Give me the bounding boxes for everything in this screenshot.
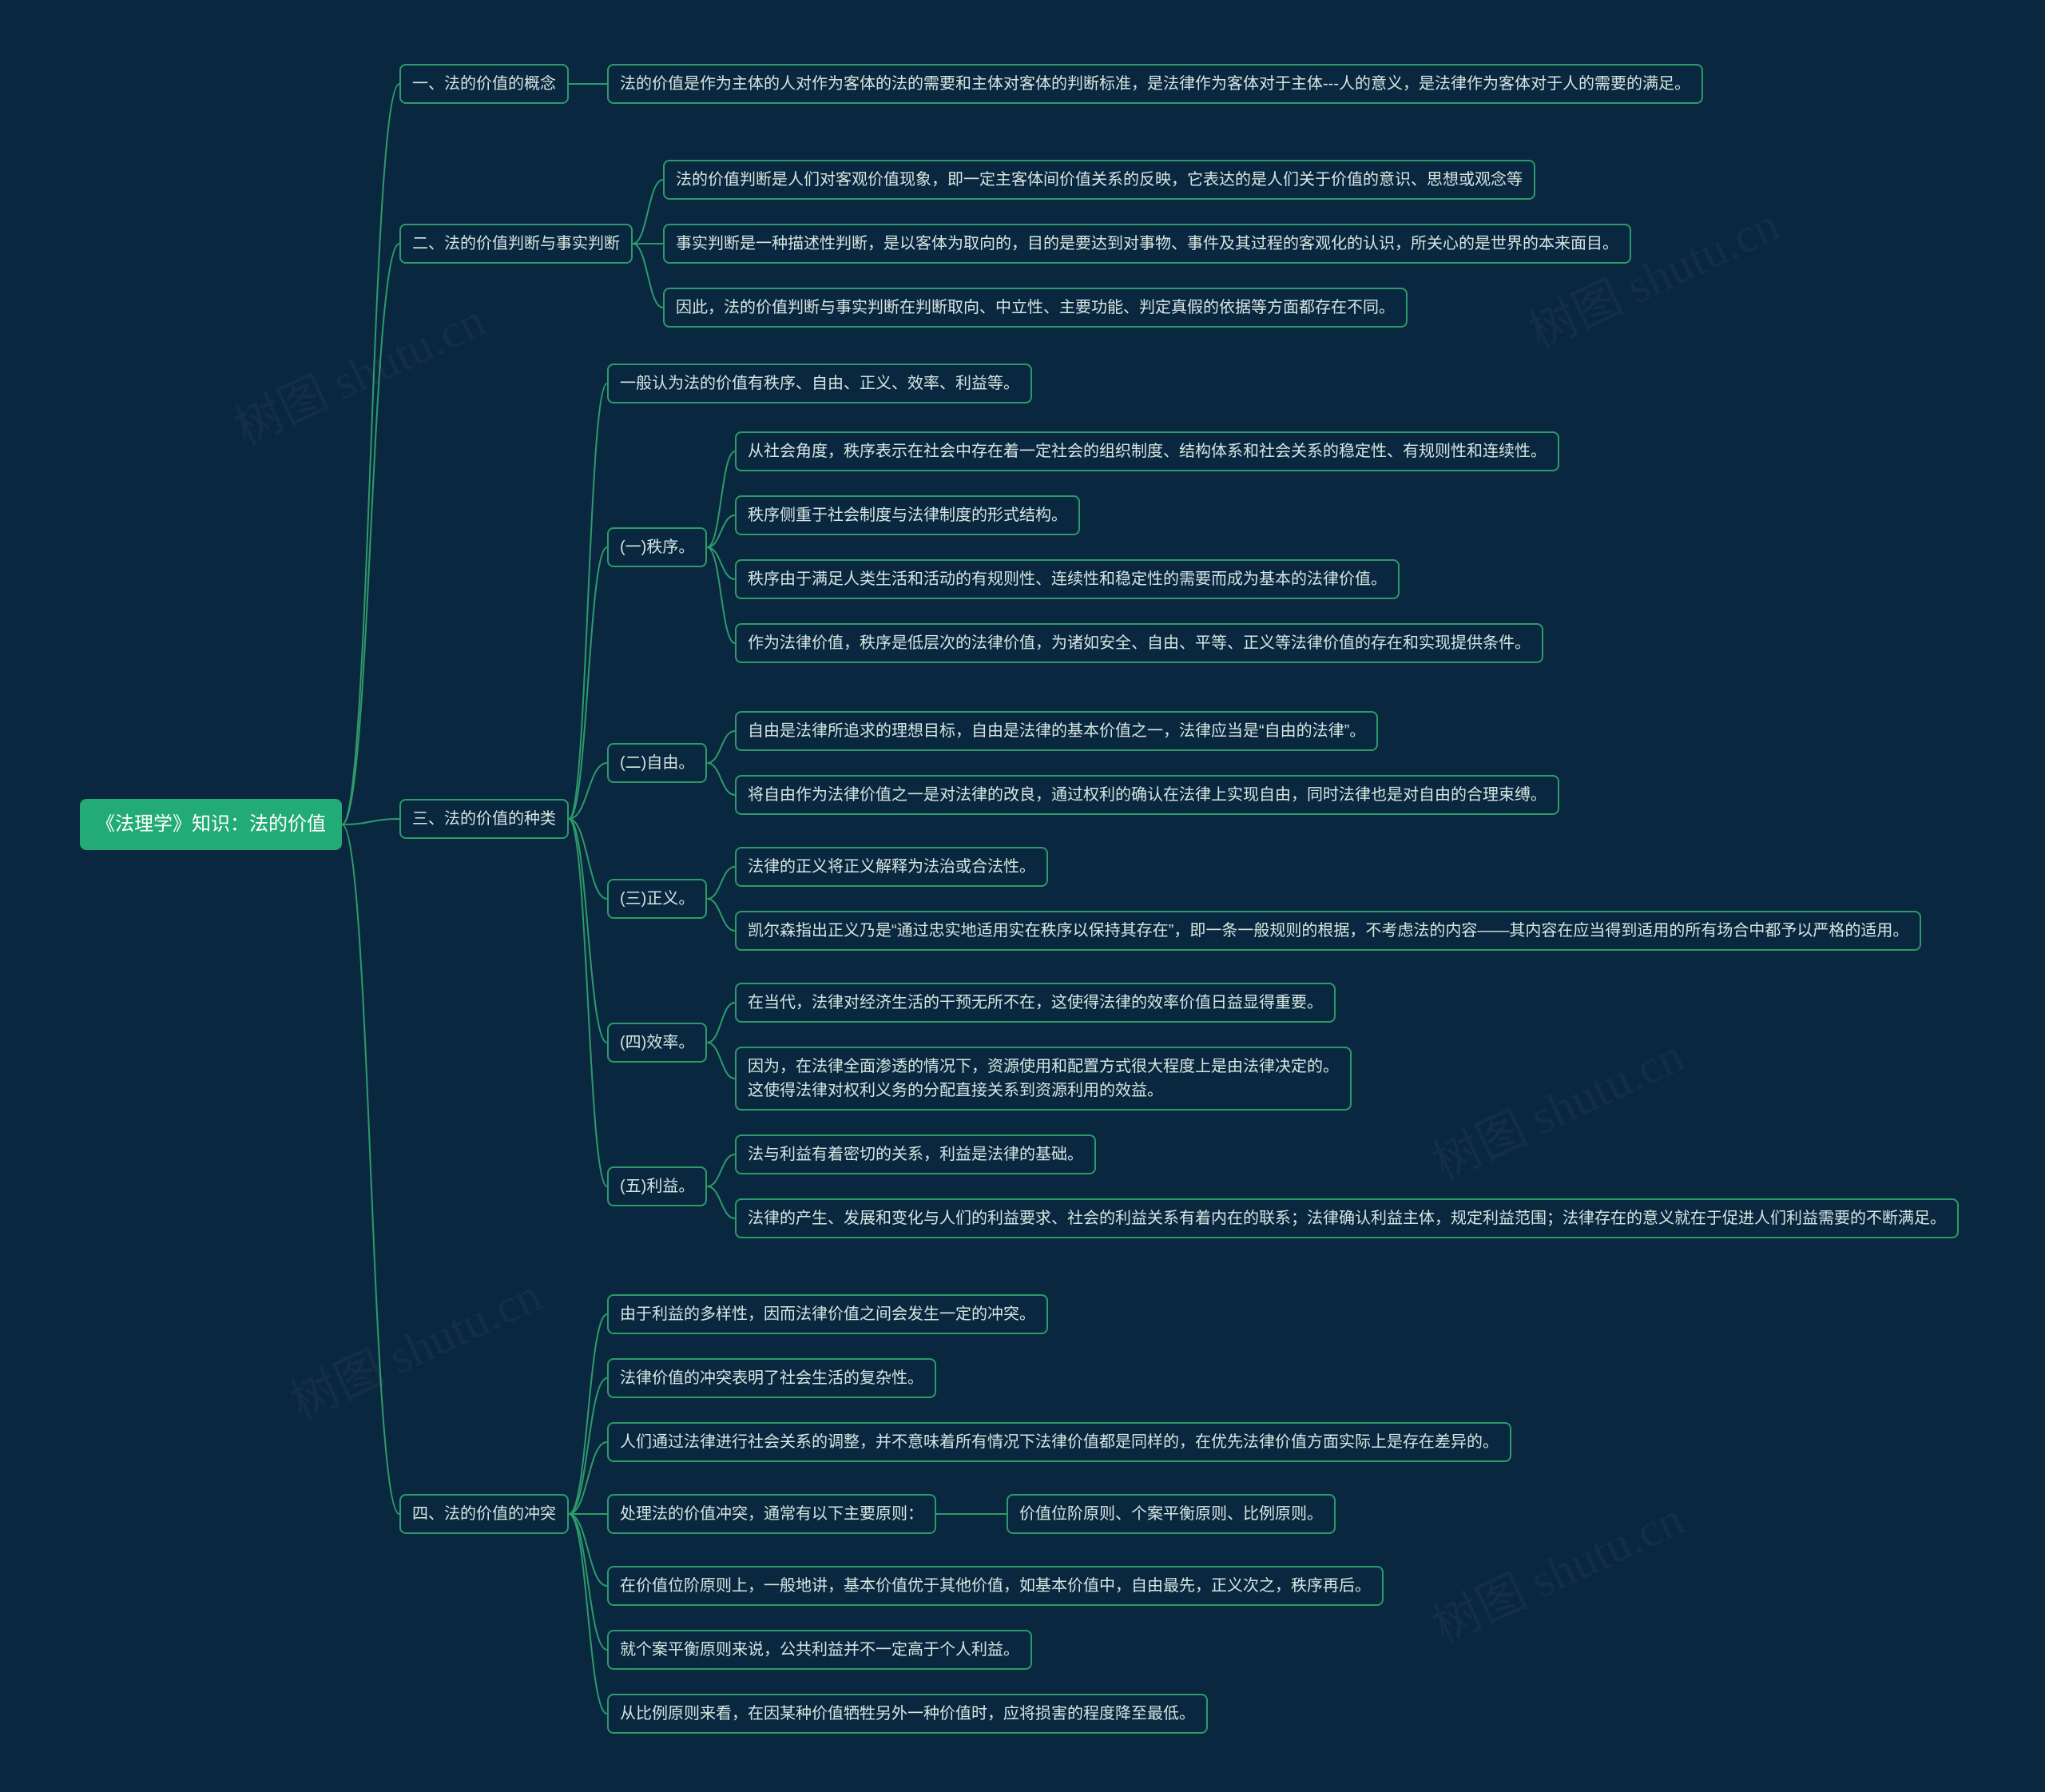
- section-3-intro[interactable]: 一般认为法的价值有秩序、自由、正义、效率、利益等。: [607, 364, 1032, 403]
- s3-3-leaf-2[interactable]: 凯尔森指出正义乃是“通过忠实地适用实在秩序以保持其存在”，即一条一般规则的根据，…: [735, 911, 1921, 951]
- watermark: 树图 shutu.cn: [1420, 1480, 1693, 1657]
- section-2-detail-3[interactable]: 因此，法的价值判断与事实判断在判断取向、中立性、主要功能、判定真假的依据等方面都…: [663, 288, 1408, 328]
- s3-1-leaf-1[interactable]: 从社会角度，秩序表示在社会中存在着一定社会的组织制度、结构体系和社会关系的稳定性…: [735, 431, 1559, 471]
- s4-leaf-7[interactable]: 从比例原则来看，在因某种价值牺牲另外一种价值时，应将损害的程度降至最低。: [607, 1694, 1208, 1734]
- s4-leaf-3[interactable]: 人们通过法律进行社会关系的调整，并不意味着所有情况下法律价值都是同样的，在优先法…: [607, 1422, 1511, 1462]
- section-3-sub-3[interactable]: (三)正义。: [607, 879, 707, 919]
- s4-leaf-6[interactable]: 就个案平衡原则来说，公共利益并不一定高于个人利益。: [607, 1630, 1032, 1670]
- s3-4-leaf-2[interactable]: 因为，在法律全面渗透的情况下，资源使用和配置方式很大程度上是由法律决定的。 这使…: [735, 1047, 1352, 1111]
- s3-5-leaf-2[interactable]: 法律的产生、发展和变化与人们的利益要求、社会的利益关系有着内在的联系；法律确认利…: [735, 1198, 1959, 1238]
- section-3-sub-1[interactable]: (一)秩序。: [607, 527, 707, 567]
- watermark: 树图 shutu.cn: [1420, 1017, 1693, 1194]
- section-2[interactable]: 二、法的价值判断与事实判断: [399, 224, 633, 264]
- s3-1-leaf-3[interactable]: 秩序由于满足人类生活和活动的有规则性、连续性和稳定性的需要而成为基本的法律价值。: [735, 559, 1400, 599]
- s4-leaf-5[interactable]: 在价值位阶原则上，一般地讲，基本价值优于其他价值，如基本价值中，自由最先，正义次…: [607, 1566, 1384, 1606]
- s3-1-leaf-2[interactable]: 秩序侧重于社会制度与法律制度的形式结构。: [735, 495, 1080, 535]
- mindmap-canvas: 树图 shutu.cn 树图 shutu.cn 树图 shutu.cn 树图 s…: [0, 0, 2045, 1792]
- section-2-detail-2[interactable]: 事实判断是一种描述性判断，是以客体为取向的，目的是要达到对事物、事件及其过程的客…: [663, 224, 1631, 264]
- s3-1-leaf-4[interactable]: 作为法律价值，秩序是低层次的法律价值，为诸如安全、自由、平等、正义等法律价值的存…: [735, 623, 1543, 663]
- section-3-sub-5[interactable]: (五)利益。: [607, 1166, 707, 1206]
- section-2-detail-1[interactable]: 法的价值判断是人们对客观价值现象，即一定主客体间价值关系的反映，它表达的是人们关…: [663, 160, 1535, 200]
- s4-leaf-4-sub[interactable]: 价值位阶原则、个案平衡原则、比例原则。: [1007, 1494, 1336, 1534]
- section-3[interactable]: 三、法的价值的种类: [399, 799, 569, 839]
- s3-4-leaf-1[interactable]: 在当代，法律对经济生活的干预无所不在，这使得法律的效率价值日益显得重要。: [735, 983, 1336, 1023]
- section-3-sub-4[interactable]: (四)效率。: [607, 1023, 707, 1063]
- s3-5-leaf-1[interactable]: 法与利益有着密切的关系，利益是法律的基础。: [735, 1134, 1096, 1174]
- section-4[interactable]: 四、法的价值的冲突: [399, 1494, 569, 1534]
- section-1-detail[interactable]: 法的价值是作为主体的人对作为客体的法的需要和主体对客体的判断标准，是法律作为客体…: [607, 64, 1703, 104]
- section-3-sub-2[interactable]: (二)自由。: [607, 743, 707, 783]
- watermark: 树图 shutu.cn: [277, 1257, 550, 1433]
- watermark: 树图 shutu.cn: [1515, 186, 1789, 363]
- s4-leaf-2[interactable]: 法律价值的冲突表明了社会生活的复杂性。: [607, 1358, 936, 1398]
- watermark: 树图 shutu.cn: [221, 282, 494, 459]
- s3-2-leaf-2[interactable]: 将自由作为法律价值之一是对法律的改良，通过权利的确认在法律上实现自由，同时法律也…: [735, 775, 1559, 815]
- s3-2-leaf-1[interactable]: 自由是法律所追求的理想目标，自由是法律的基本价值之一，法律应当是“自由的法律”。: [735, 711, 1378, 751]
- s4-leaf-1[interactable]: 由于利益的多样性，因而法律价值之间会发生一定的冲突。: [607, 1294, 1048, 1334]
- s3-3-leaf-1[interactable]: 法律的正义将正义解释为法治或合法性。: [735, 847, 1048, 887]
- section-1[interactable]: 一、法的价值的概念: [399, 64, 569, 104]
- root-node[interactable]: 《法理学》知识：法的价值: [80, 799, 342, 850]
- s4-leaf-4[interactable]: 处理法的价值冲突，通常有以下主要原则：: [607, 1494, 936, 1534]
